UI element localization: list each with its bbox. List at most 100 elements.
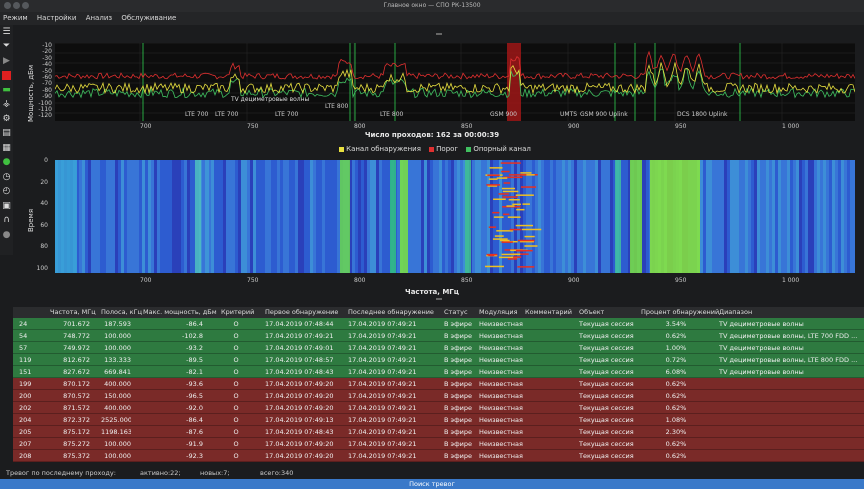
marker-icon[interactable]: ● [1, 157, 12, 168]
spectrum-plot[interactable]: TV дециметровые волны LTE 700 LTE 700 LT… [55, 43, 855, 121]
clock-icon[interactable]: ◷ [1, 172, 12, 183]
waterfall-column [793, 160, 796, 273]
column-header[interactable]: Критерий [221, 307, 254, 318]
waterfall-burst [524, 245, 538, 247]
table-row[interactable]: 204 872.372 2525.000 -86.4 O 17.04.2019 07:49… [13, 414, 864, 426]
cell-object: Текущая сессия [579, 416, 634, 424]
legend-threshold[interactable]: Порог [436, 145, 458, 153]
waterfall-column [184, 160, 187, 273]
column-header[interactable]: Статус [444, 307, 468, 318]
waterfall-column [742, 160, 745, 273]
column-header[interactable]: Процент обнаружений [641, 307, 719, 318]
waterfall-column [547, 160, 550, 273]
column-header[interactable]: Диапазон [719, 307, 752, 318]
stop-icon[interactable] [1, 70, 12, 81]
waterfall-column [364, 160, 367, 273]
detections-table: Частота, МГц Полоса, кГц Макс. мощность, д… [13, 307, 864, 462]
search-alarms-button[interactable]: Поиск тревог [0, 479, 864, 489]
annotation-lte800-b: LTE 800 [380, 111, 404, 118]
table-row[interactable]: 208 875.372 100.000 -92.3 O 17.04.2019 07:49:… [13, 450, 864, 462]
column-header[interactable]: Полоса, кГц [101, 307, 142, 318]
column-header[interactable]: Модуляция [479, 307, 518, 318]
axis-tick: 900 [568, 123, 580, 130]
waterfall-column [778, 160, 781, 273]
waterfall-column [748, 160, 751, 273]
column-header[interactable]: Макс. мощность, дБм [143, 307, 217, 318]
menu-service[interactable]: Обслуживание [121, 14, 176, 22]
waterfall-column [328, 160, 331, 273]
circle-icon[interactable]: ● [1, 230, 12, 241]
waterfall-column [97, 160, 100, 273]
waterfall-column [379, 160, 382, 273]
waterfall-band [630, 160, 642, 273]
table-row[interactable]: 200 870.572 150.000 -96.5 O 17.04.2019 07:49:… [13, 390, 864, 402]
play-icon[interactable]: ▶ [1, 56, 12, 67]
table-row[interactable]: 57 749.972 100.000 -93.2 O 17.04.2019 07:49:0… [13, 342, 864, 354]
legend-reference-swatch [466, 146, 472, 152]
waterfall-column [598, 160, 601, 273]
cell-freq: 748.772 [63, 332, 90, 340]
waterfall-band [195, 160, 201, 273]
waterfall-column [820, 160, 823, 273]
waterfall-column [796, 160, 799, 273]
cell-object: Текущая сессия [579, 332, 634, 340]
waterfall-column [829, 160, 832, 273]
export-icon[interactable]: ▣ [1, 201, 12, 212]
waterfall-column [430, 160, 433, 273]
waterfall-column [106, 160, 109, 273]
waterfall-column [769, 160, 772, 273]
cell-id: 202 [19, 404, 32, 412]
table-row[interactable]: 119 812.672 133.333 -89.5 O 17.04.2019 07:48:… [13, 354, 864, 366]
antenna-icon[interactable]: ⚶ [1, 99, 12, 110]
cell-last: 17.04.2019 07:49:21 [348, 344, 417, 352]
cell-pwr: -86.4 [186, 320, 203, 328]
headphones-icon[interactable]: ∩ [1, 215, 12, 226]
menu-settings[interactable]: Настройки [37, 14, 77, 22]
waterfall-plot[interactable] [55, 160, 855, 273]
menu-mode[interactable]: Режим [3, 14, 28, 22]
waterfall-burst [487, 174, 500, 176]
column-header[interactable]: Комментарий [525, 307, 572, 318]
legend-reference[interactable]: Опорный канал [473, 145, 531, 153]
waterfall-burst [512, 203, 521, 206]
menu-icon[interactable]: ☰ [1, 27, 12, 38]
column-header[interactable]: Первое обнаружение [265, 307, 338, 318]
menu-analysis[interactable]: Анализ [86, 14, 112, 22]
column-header[interactable]: Последнее обнаружение [348, 307, 434, 318]
waterfall-column [136, 160, 139, 273]
timer-icon[interactable]: ◴ [1, 186, 12, 197]
waterfall-column [232, 160, 235, 273]
waterfall-column [823, 160, 826, 273]
waterfall-column [337, 160, 340, 273]
table-row[interactable]: 24 701.672 187.593 -86.4 O 17.04.2019 07:48:4… [13, 318, 864, 330]
waterfall-column [475, 160, 478, 273]
cell-object: Текущая сессия [579, 440, 634, 448]
waterfall-burst [501, 241, 513, 243]
splitter-handle[interactable] [436, 33, 442, 35]
column-header[interactable]: Частота, МГц [50, 307, 96, 318]
table-row[interactable]: 199 870.172 400.000 -93.6 O 17.04.2019 07:49:… [13, 378, 864, 390]
cell-mod: Неизвестная [479, 344, 523, 352]
waterfall-column [763, 160, 766, 273]
waterfall-column [127, 160, 130, 273]
table-row[interactable]: 207 875.272 100.000 -91.9 O 17.04.2019 07:49:… [13, 438, 864, 450]
status-active: активно:22; [140, 469, 181, 477]
table-row[interactable]: 205 875.172 1198.163 -87.6 O 17.04.2019 07:48… [13, 426, 864, 438]
waterfall-column [481, 160, 484, 273]
table-row[interactable]: 202 871.572 400.000 -92.0 O 17.04.2019 07:49:… [13, 402, 864, 414]
splitter-handle[interactable] [436, 298, 442, 300]
filter-icon[interactable]: ⏷ [1, 41, 12, 52]
cell-mod: Неизвестная [479, 440, 523, 448]
waterfall-column [604, 160, 607, 273]
table-row[interactable]: 151 827.672 669.841 -82.1 O 17.04.2019 07:48:… [13, 366, 864, 378]
waterfall-column [754, 160, 757, 273]
cell-pwr: -93.2 [186, 344, 203, 352]
gear-icon[interactable]: ⚙ [1, 114, 12, 125]
table-row[interactable]: 54 748.772 100.000 -102.8 O 17.04.2019 07:49:… [13, 330, 864, 342]
column-header[interactable]: Объект [579, 307, 604, 318]
record-icon[interactable]: ▬ [1, 85, 12, 96]
cell-pct: 0.72% [665, 356, 687, 364]
waterfall-column [253, 160, 256, 273]
legend-detect[interactable]: Канал обнаружения [346, 145, 421, 153]
cell-last: 17.04.2019 07:49:21 [348, 428, 417, 436]
